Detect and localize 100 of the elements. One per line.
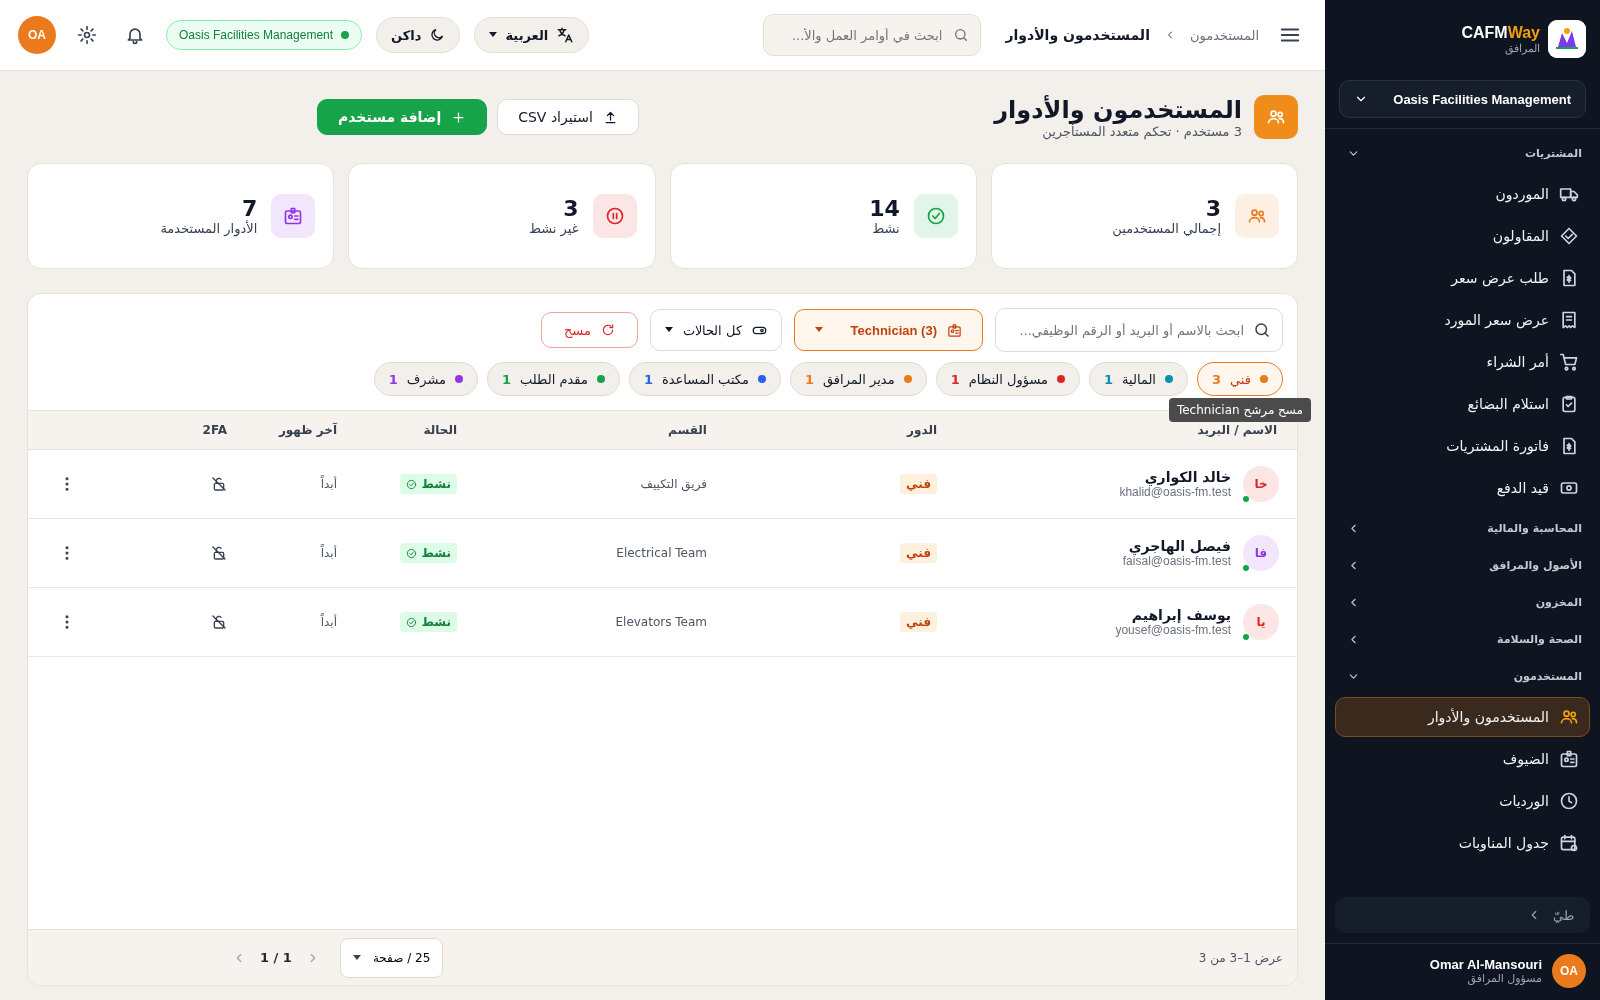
clock-icon [1559, 791, 1579, 811]
user-email: khalid@oasis-fm.test [1119, 485, 1231, 499]
table-cell-text: فريق التكييف [639, 476, 708, 494]
calendar-icon [1559, 833, 1579, 853]
sidebar-item[interactable]: عرض سعر المورد [1335, 300, 1590, 340]
user-avatar: خا [1243, 466, 1279, 502]
sidebar-item[interactable]: جدول المناوبات [1335, 823, 1590, 863]
sidebar-item[interactable]: الموردون [1335, 174, 1590, 214]
id-badge-icon [947, 322, 962, 338]
pause-circle-icon [604, 206, 625, 226]
stat-label: إجمالي المستخدمين [1112, 221, 1221, 236]
caret-icon [814, 327, 823, 333]
sidebar-section[interactable]: الصحة والسلامة [1325, 621, 1600, 658]
column-header: الدور [907, 423, 937, 437]
stat-value: 3 [562, 196, 579, 221]
sidebar-section[interactable]: الأصول والمرافق [1325, 547, 1600, 584]
sidebar-item[interactable]: الضيوف [1335, 739, 1590, 779]
caret-icon [489, 32, 498, 38]
page-size-select[interactable]: 25 / صفحة [339, 937, 444, 978]
status-badge: نشط [400, 543, 457, 563]
organization-select[interactable]: Oasis Facilities Management [1339, 80, 1586, 118]
sidebar-item[interactable]: قيد الدفع [1335, 468, 1590, 508]
breadcrumb-item: المستخدمون والأدوار [1005, 27, 1150, 43]
logo-icon [1548, 20, 1586, 58]
users-icon [1559, 707, 1579, 727]
user-role: مسؤول المرافق [1466, 972, 1542, 985]
role-filter-select[interactable]: Technician (3) [793, 309, 983, 351]
reset-icon [600, 323, 615, 337]
table-cell-text: Elevators Team [614, 614, 708, 631]
user-avatar: يا [1243, 604, 1279, 640]
sidebar-item[interactable]: فاتورة المشتريات [1335, 426, 1590, 466]
brand-name-accent: Way [1507, 23, 1540, 41]
stat-label: الأدوار المستخدمة [160, 221, 258, 236]
brand-name: CAFM [1461, 23, 1508, 41]
status-badge: نشط [400, 474, 457, 494]
tooltip: مسح مرشح Technician [1168, 398, 1311, 422]
stat-value: 14 [869, 196, 900, 221]
column-header: القسم [668, 423, 707, 437]
users-icon [1266, 107, 1286, 127]
table-cell-text: أبداً [319, 612, 338, 631]
receipt-icon [1559, 310, 1579, 330]
status-dot-icon [341, 31, 350, 39]
online-dot-icon [1243, 496, 1249, 502]
user-name: يوسف إبراهيم [1130, 607, 1231, 623]
brand-subtitle: المرافق [1504, 41, 1540, 55]
language-select[interactable]: العربية [474, 17, 590, 53]
role-badge: فني [900, 474, 937, 494]
caret-icon [664, 327, 673, 333]
sidebar-item[interactable]: الورديات [1335, 781, 1590, 821]
role-badge: فني [900, 543, 937, 563]
column-header: آخر ظهور [278, 423, 337, 437]
clipboard-check-icon [1559, 394, 1579, 414]
upload-icon [602, 109, 618, 125]
user-name: خالد الكواري [1143, 469, 1231, 485]
user-avatar: فا [1243, 535, 1279, 571]
user-email: faisal@oasis-fm.test [1122, 554, 1231, 568]
id-badge-icon [1559, 749, 1579, 769]
organization-badge: Oasis Facilities Management [166, 20, 363, 50]
sidebar-section[interactable]: المستخدمون [1325, 658, 1600, 695]
sidebar-item[interactable]: المقاولون [1335, 216, 1590, 256]
table-cell-text: Electrical Team [615, 545, 708, 562]
column-header: الاسم / البريد [1197, 423, 1277, 437]
page-indicator: 1 / 1 [260, 950, 292, 965]
sidebar-section[interactable]: المشتريات [1325, 135, 1600, 172]
status-filter-select[interactable]: كل الحالات [649, 309, 782, 351]
sidebar-item[interactable]: المستخدمون والأدوار [1335, 697, 1590, 737]
sidebar-section[interactable]: المخزون [1325, 584, 1600, 621]
table-cell-text: أبداً [319, 474, 338, 493]
online-dot-icon [1243, 634, 1249, 640]
stat-label: نشط [871, 221, 900, 236]
user-name: Omar Al-Mansouri [1429, 957, 1542, 972]
online-dot-icon [1243, 565, 1249, 571]
theme-toggle[interactable]: داكن [376, 17, 461, 53]
status-badge: نشط [400, 612, 457, 632]
column-header: 2FA [202, 423, 227, 437]
breadcrumb-item[interactable]: المستخدمون [1189, 27, 1259, 43]
stat-value: 7 [241, 196, 258, 221]
plus-icon [451, 109, 467, 125]
user-email: yousef@oasis-fm.test [1115, 623, 1231, 637]
results-summary: عرض 1–3 من 3 [1198, 950, 1283, 965]
import-csv-button[interactable]: استيراد CSV [497, 99, 639, 135]
sidebar-item[interactable]: طلب عرض سعر [1335, 258, 1590, 298]
cart-icon [1559, 352, 1579, 372]
stat-label: غير نشط [528, 221, 579, 236]
moon-icon [429, 27, 446, 43]
column-header: الحالة [423, 423, 457, 437]
page-subtitle: 3 مستخدم · تحكم متعدد المستأجرين [1042, 123, 1242, 139]
check-circle-icon [925, 206, 946, 226]
user-name: فيصل الهاجري [1127, 538, 1231, 554]
page-title: المستخدمون والأدوار [994, 95, 1242, 124]
clear-button[interactable]: مسح [540, 312, 638, 348]
collapse-button[interactable]: طيّ [1335, 897, 1590, 933]
role-badge: فني [900, 612, 937, 632]
users-icon [1247, 206, 1267, 226]
stat-value: 3 [1204, 196, 1221, 221]
id-badge-icon [283, 206, 304, 226]
bell-icon[interactable] [125, 25, 145, 45]
sidebar-item[interactable]: استلام البضائع [1335, 384, 1590, 424]
sidebar-item[interactable]: أمر الشراء [1335, 342, 1590, 382]
sidebar-section[interactable]: المحاسبة والمالية [1325, 510, 1600, 547]
